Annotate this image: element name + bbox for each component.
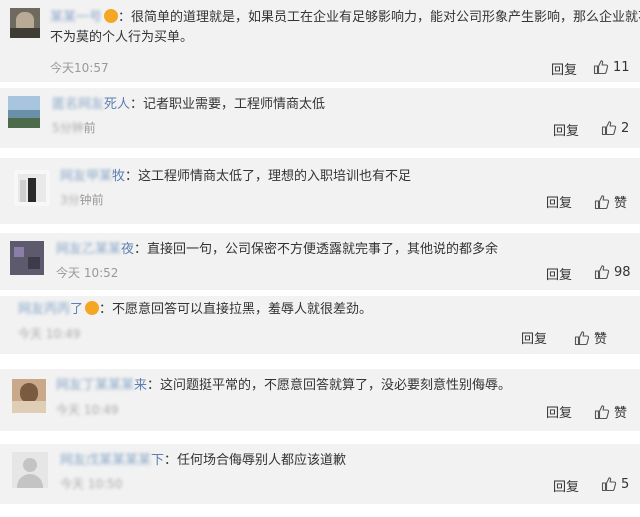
avatar[interactable] xyxy=(12,379,46,413)
comment-text-continued: 不为莫的个人行为买单。 xyxy=(50,30,194,45)
reply-button[interactable]: 回复 xyxy=(553,476,579,495)
thumbs-up-icon xyxy=(594,194,610,209)
comment-time: 今天 10:50 xyxy=(60,477,123,491)
username[interactable]: 网友丙丙 xyxy=(18,302,70,317)
comment-line: 网友丙丙了 ：不愿意回答可以直接拉黑，羞辱人就很差劲。 xyxy=(18,301,373,317)
thumbs-up-icon xyxy=(594,404,610,419)
comment-line: 网友丁某某某来：这问题挺平常的，不愿意回答就算了，没必要刻意性别侮辱。 xyxy=(56,378,512,393)
thumbs-up-icon xyxy=(601,121,617,136)
reply-button[interactable]: 回复 xyxy=(553,120,579,139)
avatar[interactable] xyxy=(14,170,50,206)
comment-text: 记者职业需要，工程师情商太低 xyxy=(143,97,326,112)
like-button[interactable]: 5 xyxy=(601,476,629,492)
username[interactable]: 网友甲某 xyxy=(60,169,112,184)
reply-button[interactable]: 回复 xyxy=(551,59,577,78)
thumbs-up-icon xyxy=(574,330,590,345)
like-count: 赞 xyxy=(614,406,628,421)
like-count: 11 xyxy=(613,59,630,75)
username[interactable]: 某某一号 xyxy=(50,10,102,25)
comment-card: 网友乙某某夜：直接回一句，公司保密不方便透露就完事了，其他说的都多余 今天 10… xyxy=(0,233,640,290)
username[interactable]: 匿名网友 xyxy=(52,97,104,112)
like-count: 赞 xyxy=(614,196,628,211)
thumbs-up-icon xyxy=(594,265,610,280)
like-button[interactable]: 赞 xyxy=(594,192,627,211)
comment-line: 网友戊某某某某下：任何场合侮辱别人都应该道歉 xyxy=(60,453,347,468)
comment-line: 网友甲某牧：这工程师情商太低了，理想的入职培训也有不足 xyxy=(60,169,412,184)
reply-button[interactable]: 回复 xyxy=(546,192,572,211)
comment-line: 网友乙某某夜：直接回一句，公司保密不方便透露就完事了，其他说的都多余 xyxy=(56,242,499,257)
avatar[interactable] xyxy=(8,96,40,128)
like-button[interactable]: 赞 xyxy=(594,402,627,421)
like-button[interactable]: 11 xyxy=(593,59,630,75)
reply-button[interactable]: 回复 xyxy=(521,328,547,347)
comment-time: 5分钟前 xyxy=(52,121,96,135)
like-button[interactable]: 2 xyxy=(601,120,629,136)
like-count: 2 xyxy=(621,120,630,136)
comment-card: 网友丁某某某来：这问题挺平常的，不愿意回答就算了，没必要刻意性别侮辱。 今天 1… xyxy=(0,369,640,431)
comment-line: 匿名网友死人：记者职业需要，工程师情商太低 xyxy=(52,97,326,112)
like-button[interactable]: 98 xyxy=(594,264,631,280)
comment-text: 任何场合侮辱别人都应该道歉 xyxy=(177,453,347,468)
comment-text: 这工程师情商太低了，理想的入职培训也有不足 xyxy=(138,169,412,184)
comment-line: 某某一号 ：很简单的道理就是，如果员工在企业有足够影响力，能对公司形象产生影响，那… xyxy=(50,9,640,27)
comment-time: 今天 10:49 xyxy=(56,403,119,417)
comment-card: 匿名网友死人：记者职业需要，工程师情商太低 5分钟前 回复 2 xyxy=(0,88,640,148)
comment-time: 今天10:57 xyxy=(50,61,109,75)
username[interactable]: 网友戊某某某某 xyxy=(60,453,151,468)
like-button[interactable]: 赞 xyxy=(574,328,607,347)
avatar[interactable] xyxy=(12,452,48,488)
comment-time: 今天 10:49 xyxy=(18,327,81,341)
comment-card: 网友戊某某某某下：任何场合侮辱别人都应该道歉 今天 10:50 回复 5 xyxy=(0,444,640,504)
username[interactable]: 网友乙某某 xyxy=(56,242,121,257)
username[interactable]: 网友丁某某某 xyxy=(56,378,134,393)
like-count: 5 xyxy=(621,476,630,492)
like-count: 98 xyxy=(614,264,631,280)
comment-text: 直接回一句，公司保密不方便透露就完事了，其他说的都多余 xyxy=(147,242,499,257)
reply-button[interactable]: 回复 xyxy=(546,402,572,421)
comment-text: 不愿意回答可以直接拉黑，羞辱人就很差劲。 xyxy=(112,302,373,317)
verified-badge-icon xyxy=(85,301,100,315)
like-count: 赞 xyxy=(594,332,608,347)
avatar[interactable] xyxy=(10,8,40,38)
reply-button[interactable]: 回复 xyxy=(546,264,572,283)
thumbs-up-icon xyxy=(593,60,609,75)
comment-card: 网友甲某牧：这工程师情商太低了，理想的入职培训也有不足 3分钟前 回复 赞 xyxy=(0,158,640,224)
comment-card: 网友丙丙了 ：不愿意回答可以直接拉黑，羞辱人就很差劲。 今天 10:49 回复 赞 xyxy=(0,296,640,354)
thumbs-up-icon xyxy=(601,477,617,492)
comment-text: 很简单的道理就是，如果员工在企业有足够影响力，能对公司形象产生影响，那么企业就不… xyxy=(131,10,640,25)
comment-text: 这问题挺平常的，不愿意回答就算了，没必要刻意性别侮辱。 xyxy=(160,378,512,393)
avatar[interactable] xyxy=(10,241,44,275)
comment-time: 3分钟前 xyxy=(60,193,104,207)
comment-time: 今天 10:52 xyxy=(56,266,119,280)
comment-card: 某某一号 ：很简单的道理就是，如果员工在企业有足够影响力，能对公司形象产生影响，那… xyxy=(0,0,640,82)
verified-badge-icon xyxy=(104,9,119,23)
